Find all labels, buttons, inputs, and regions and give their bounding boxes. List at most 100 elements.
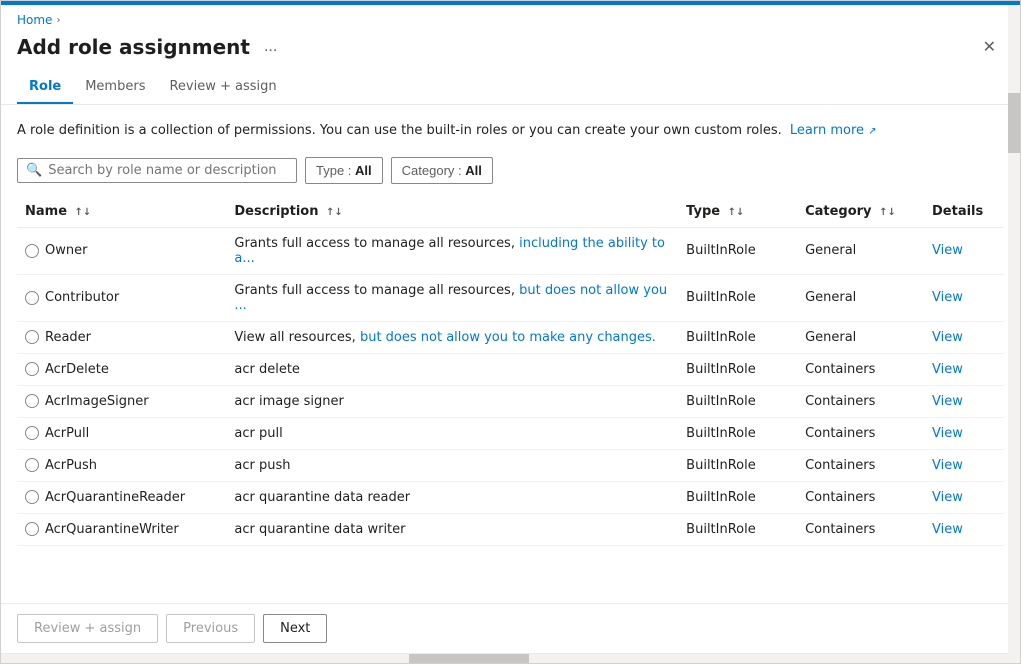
col-header-type: Type ↑↓ xyxy=(678,196,797,228)
view-details-link[interactable]: View xyxy=(932,522,963,537)
row-radio[interactable] xyxy=(25,522,39,536)
cell-name: Contributor xyxy=(17,274,226,321)
table-row[interactable]: AcrDeleteacr deleteBuiltInRoleContainers… xyxy=(17,353,1004,385)
cell-description: acr quarantine data reader xyxy=(226,481,678,513)
cell-type: BuiltInRole xyxy=(678,274,797,321)
table-row[interactable]: ReaderView all resources, but does not a… xyxy=(17,321,1004,353)
main-content: A role definition is a collection of per… xyxy=(1,105,1020,603)
sort-icon-name[interactable]: ↑↓ xyxy=(75,207,92,218)
cell-details: View xyxy=(924,385,1004,417)
description-text: A role definition is a collection of per… xyxy=(17,121,1004,141)
row-radio[interactable] xyxy=(25,244,39,258)
row-radio[interactable] xyxy=(25,362,39,376)
cell-name: AcrQuarantineWriter xyxy=(17,513,226,545)
cell-category: Containers xyxy=(797,353,924,385)
cell-description: acr push xyxy=(226,449,678,481)
view-details-link[interactable]: View xyxy=(932,426,963,441)
cell-category: Containers xyxy=(797,417,924,449)
table-row[interactable]: AcrPushacr pushBuiltInRoleContainers View xyxy=(17,449,1004,481)
sort-icon-type[interactable]: ↑↓ xyxy=(728,207,745,218)
cell-category: Containers xyxy=(797,449,924,481)
main-window: Home › Add role assignment ... ✕ Role Me… xyxy=(0,0,1021,664)
row-radio[interactable] xyxy=(25,291,39,305)
cell-details: View xyxy=(924,274,1004,321)
cell-type: BuiltInRole xyxy=(678,513,797,545)
breadcrumb-chevron: › xyxy=(56,15,60,26)
view-details-link[interactable]: View xyxy=(932,290,963,305)
cell-description: Grants full access to manage all resourc… xyxy=(226,227,678,274)
breadcrumb-home[interactable]: Home xyxy=(17,13,52,27)
review-assign-button[interactable]: Review + assign xyxy=(17,614,158,643)
table-row[interactable]: AcrQuarantineReaderacr quarantine data r… xyxy=(17,481,1004,513)
col-header-name: Name ↑↓ xyxy=(17,196,226,228)
view-details-link[interactable]: View xyxy=(932,394,963,409)
cell-name: AcrPush xyxy=(17,449,226,481)
table-row[interactable]: OwnerGrants full access to manage all re… xyxy=(17,227,1004,274)
cell-type: BuiltInRole xyxy=(678,353,797,385)
cell-description: acr pull xyxy=(226,417,678,449)
view-details-link[interactable]: View xyxy=(932,458,963,473)
window-header: Home › Add role assignment ... ✕ Role Me… xyxy=(1,5,1020,105)
tab-members[interactable]: Members xyxy=(73,71,157,104)
col-header-description: Description ↑↓ xyxy=(226,196,678,228)
view-details-link[interactable]: View xyxy=(932,362,963,377)
search-icon: 🔍 xyxy=(26,163,42,178)
row-radio[interactable] xyxy=(25,458,39,472)
cell-description: Grants full access to manage all resourc… xyxy=(226,274,678,321)
roles-table-container: Name ↑↓ Description ↑↓ Type ↑↓ Categor xyxy=(17,196,1004,546)
close-button[interactable]: ✕ xyxy=(975,33,1004,61)
view-details-link[interactable]: View xyxy=(932,243,963,258)
row-radio[interactable] xyxy=(25,394,39,408)
view-details-link[interactable]: View xyxy=(932,330,963,345)
next-button[interactable]: Next xyxy=(263,614,327,643)
tab-role[interactable]: Role xyxy=(17,71,73,104)
table-row[interactable]: ContributorGrants full access to manage … xyxy=(17,274,1004,321)
cell-type: BuiltInRole xyxy=(678,227,797,274)
title-row: Add role assignment ... ✕ xyxy=(17,33,1004,61)
sort-icon-description[interactable]: ↑↓ xyxy=(326,207,343,218)
row-radio[interactable] xyxy=(25,330,39,344)
cell-description: View all resources, but does not allow y… xyxy=(226,321,678,353)
cell-category: Containers xyxy=(797,513,924,545)
vertical-scrollbar-track xyxy=(1008,5,1020,663)
cell-category: Containers xyxy=(797,385,924,417)
page-title: Add role assignment xyxy=(17,35,250,59)
cell-name: Reader xyxy=(17,321,226,353)
tabs-container: Role Members Review + assign xyxy=(17,71,1004,104)
horizontal-scrollbar-thumb xyxy=(409,654,529,663)
sort-icon-category[interactable]: ↑↓ xyxy=(879,207,896,218)
type-filter-button[interactable]: Type : All xyxy=(305,157,383,184)
row-radio[interactable] xyxy=(25,490,39,504)
table-row[interactable]: AcrQuarantineWriteracr quarantine data w… xyxy=(17,513,1004,545)
cell-details: View xyxy=(924,481,1004,513)
row-radio[interactable] xyxy=(25,426,39,440)
cell-details: View xyxy=(924,513,1004,545)
cell-name: AcrImageSigner xyxy=(17,385,226,417)
breadcrumb: Home › xyxy=(17,13,1004,27)
view-details-link[interactable]: View xyxy=(932,490,963,505)
search-box: 🔍 xyxy=(17,158,297,183)
cell-description: acr image signer xyxy=(226,385,678,417)
col-header-category: Category ↑↓ xyxy=(797,196,924,228)
cell-category: General xyxy=(797,227,924,274)
table-row[interactable]: AcrImageSigneracr image signerBuiltInRol… xyxy=(17,385,1004,417)
previous-button[interactable]: Previous xyxy=(166,614,255,643)
tab-review-assign[interactable]: Review + assign xyxy=(157,71,288,104)
cell-name: AcrPull xyxy=(17,417,226,449)
filters-row: 🔍 Type : All Category : All xyxy=(17,157,1004,184)
ellipsis-menu-button[interactable]: ... xyxy=(258,36,283,58)
cell-type: BuiltInRole xyxy=(678,417,797,449)
search-input[interactable] xyxy=(48,163,288,178)
table-row[interactable]: AcrPullacr pullBuiltInRoleContainers View xyxy=(17,417,1004,449)
cell-category: General xyxy=(797,274,924,321)
cell-type: BuiltInRole xyxy=(678,449,797,481)
cell-name: AcrQuarantineReader xyxy=(17,481,226,513)
learn-more-link[interactable]: Learn more ↗ xyxy=(790,123,877,138)
cell-details: View xyxy=(924,449,1004,481)
col-header-details: Details xyxy=(924,196,1004,228)
category-filter-button[interactable]: Category : All xyxy=(391,157,493,184)
vertical-scrollbar-thumb xyxy=(1008,93,1020,153)
cell-name: AcrDelete xyxy=(17,353,226,385)
cell-details: View xyxy=(924,227,1004,274)
horizontal-scrollbar[interactable] xyxy=(1,653,1020,663)
